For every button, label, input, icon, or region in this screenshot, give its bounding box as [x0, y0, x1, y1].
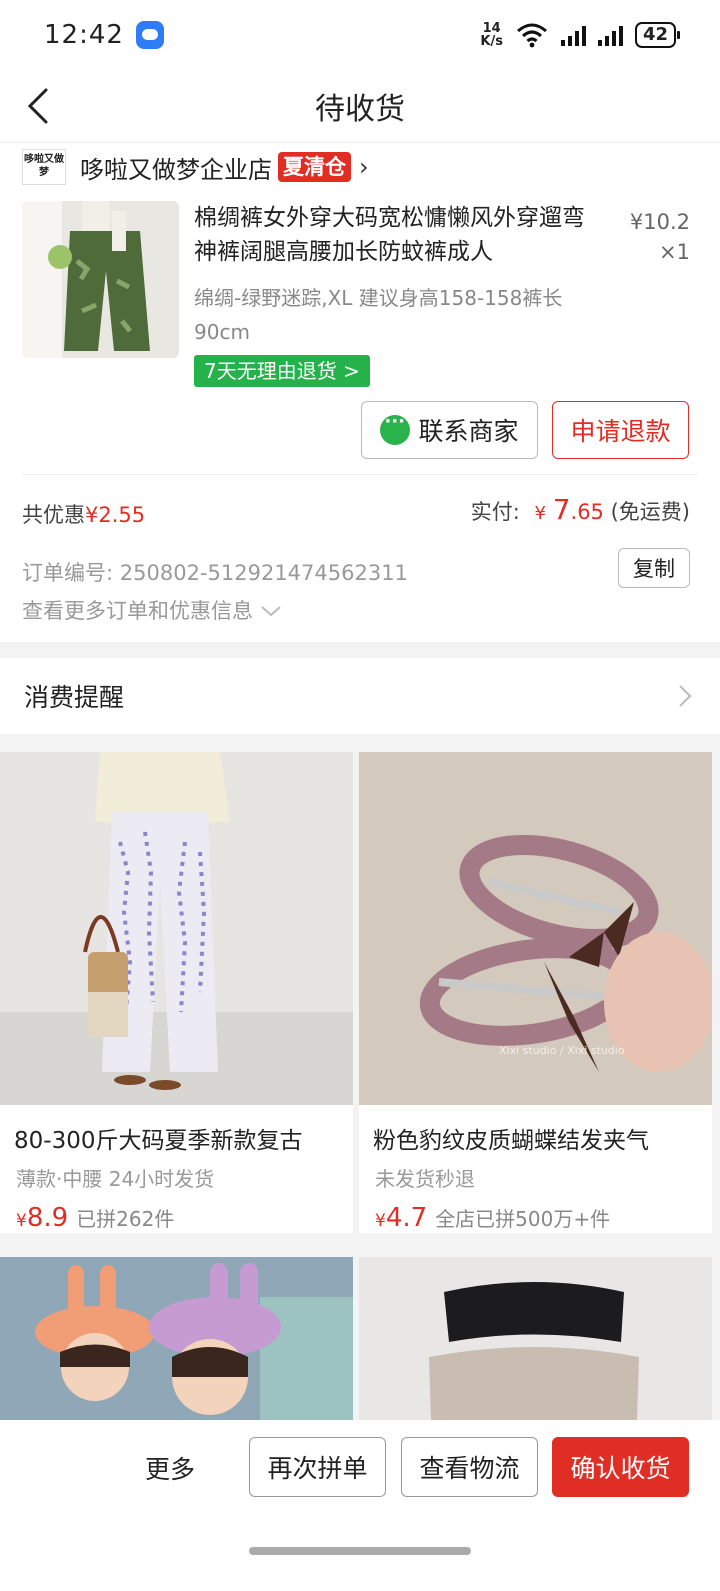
more-order-info-label: 查看更多订单和优惠信息 — [22, 599, 253, 623]
image-watermark: Xixi studio / Xixi studio — [499, 1044, 625, 1057]
confirm-receipt-button[interactable]: 确认收货 — [552, 1437, 689, 1497]
recommend-card[interactable] — [0, 1257, 353, 1420]
signal-icon — [560, 24, 586, 46]
order-number: 订单编号: 250802-512921474562311 — [22, 557, 408, 587]
product-image[interactable] — [359, 1257, 712, 1420]
price-value: 4.7 — [385, 1203, 428, 1233]
sold-count: 已拼262件 — [76, 1207, 175, 1231]
price-value: 8.9 — [26, 1203, 69, 1233]
product-image[interactable] — [0, 752, 353, 1105]
reminder-label: 消费提醒 — [24, 683, 125, 712]
product-price: ¥10.2 — [629, 210, 690, 234]
paid-currency: ¥ — [534, 503, 546, 524]
view-logistics-label: 查看物流 — [419, 1454, 520, 1483]
product-image[interactable]: Xixi studio / Xixi studio — [359, 752, 712, 1105]
product-thumbnail[interactable] — [22, 201, 179, 358]
return-policy-tag[interactable]: 7天无理由退货 > — [194, 355, 370, 387]
order-number-value: 250802-512921474562311 — [119, 561, 408, 585]
recommend-price: ¥ 4.7 全店已拼500万+件 — [359, 1193, 712, 1233]
contact-seller-label: 联系商家 — [418, 417, 519, 446]
chevron-right-icon: › — [359, 153, 369, 181]
battery-level: 42 — [642, 24, 668, 45]
product-spec: 绵绸-绿野迷踪,XL 建议身高158-158裤长90cm — [194, 286, 563, 344]
shop-header[interactable]: 哆啦又做梦 哆啦又做梦企业店 夏清仓 › — [22, 149, 369, 185]
more-order-info-link[interactable]: 查看更多订单和优惠信息 — [22, 595, 282, 625]
refund-button[interactable]: 申请退款 — [552, 401, 689, 459]
confirm-receipt-label: 确认收货 — [570, 1454, 671, 1483]
wifi-icon — [516, 23, 547, 48]
refund-label: 申请退款 — [570, 417, 671, 446]
recommend-card[interactable]: 80-300斤大码夏季新款复古 薄款·中腰 24小时发货 ¥ 8.9 已拼262… — [0, 752, 353, 1233]
more-button[interactable]: 更多 — [145, 1450, 195, 1486]
recommend-sub: 未发货秒退 — [375, 1167, 475, 1191]
bottom-action-bar: 更多 再次拼单 查看物流 确认收货 — [0, 1420, 720, 1591]
recommend-sub: 薄款·中腰 24小时发货 — [16, 1167, 215, 1191]
paid-int: 7 — [552, 493, 571, 526]
paid-dec: .65 — [570, 500, 604, 524]
sold-count: 全店已拼500万+件 — [435, 1207, 611, 1231]
recommend-price: ¥ 8.9 已拼262件 — [0, 1193, 353, 1233]
network-speed: 14 K/s — [480, 22, 503, 48]
paid-amount: 7.65 — [553, 493, 604, 526]
chat-icon — [380, 411, 411, 445]
order-card: 哆啦又做梦 哆啦又做梦企业店 夏清仓 › 棉绸裤女外穿大码宽松慵懒风外穿遛弯神裤… — [0, 142, 720, 642]
reorder-label: 再次拼单 — [267, 1454, 368, 1483]
status-bar: 12:42 14 K/s 42 — [0, 0, 720, 70]
product-qty: ×1 — [659, 240, 690, 264]
battery-icon: 42 — [634, 22, 681, 48]
discount-summary: 共优惠¥2.55 — [22, 499, 145, 529]
price-currency: ¥ — [16, 1211, 27, 1231]
shop-logo-text: 哆啦又做梦 — [24, 154, 64, 178]
message-notification-icon — [135, 21, 164, 49]
order-number-label: 订单编号: — [22, 561, 114, 585]
consumption-reminder-row[interactable]: 消费提醒 — [0, 658, 720, 734]
discount-label: 共优惠 — [22, 503, 85, 527]
recommend-name: 粉色豹纹皮质蝴蝶结发夹气 — [373, 1128, 649, 1153]
chevron-right-icon — [679, 685, 692, 707]
promo-tag: 夏清仓 — [278, 152, 351, 182]
recommend-card[interactable]: Xixi studio / Xixi studio 粉色豹纹皮质蝴蝶结发夹气 未… — [359, 752, 712, 1233]
chevron-down-icon — [261, 606, 281, 617]
paid-summary: 实付: ¥ 7.65 (免运费) — [471, 493, 690, 526]
shop-name: 哆啦又做梦企业店 — [80, 155, 272, 184]
shipping-note: (免运费) — [610, 500, 690, 524]
price-currency: ¥ — [375, 1211, 386, 1231]
recommend-card[interactable] — [359, 1257, 712, 1420]
shop-logo: 哆啦又做梦 — [22, 149, 66, 185]
recommend-name: 80-300斤大码夏季新款复古 — [14, 1128, 303, 1153]
discount-value: ¥2.55 — [85, 503, 146, 527]
signal-icon-2 — [597, 24, 623, 46]
nav-bar: 待收货 — [0, 70, 720, 142]
network-speed-unit: K/s — [480, 34, 503, 49]
copy-button[interactable]: 复制 — [618, 548, 690, 588]
contact-seller-button[interactable]: 联系商家 — [361, 401, 538, 459]
page-title: 待收货 — [315, 92, 405, 127]
clock: 12:42 — [44, 20, 124, 50]
back-arrow-icon[interactable] — [20, 84, 64, 128]
product-price-block: ¥10.2 ×1 — [630, 207, 690, 267]
status-icons: 14 K/s 42 — [480, 22, 681, 48]
paid-label: 实付: — [470, 500, 520, 524]
view-logistics-button[interactable]: 查看物流 — [401, 1437, 538, 1497]
copy-label: 复制 — [633, 557, 675, 581]
product-title[interactable]: 棉绸裤女外穿大码宽松慵懒风外穿遛弯神裤阔腿高腰加长防蚊裤成人 — [194, 201, 602, 269]
reorder-button[interactable]: 再次拼单 — [249, 1437, 386, 1497]
order-detail-page: 12:42 14 K/s 42 待收货 哆啦又做梦 哆啦又做梦企业店 夏清仓 ›… — [0, 0, 720, 1591]
product-image[interactable] — [0, 1257, 353, 1420]
home-indicator[interactable] — [249, 1547, 471, 1555]
divider — [22, 474, 698, 475]
